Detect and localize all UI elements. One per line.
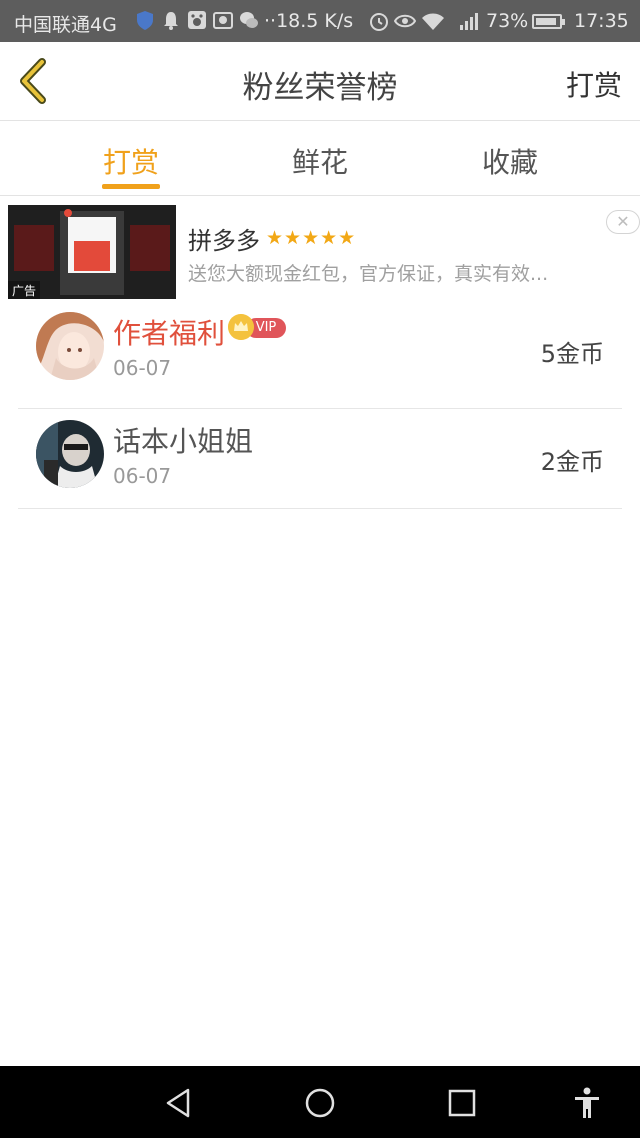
reward-date: 06-07	[113, 464, 172, 488]
coin-amount: 2金币	[540, 448, 604, 476]
home-circle-icon[interactable]	[303, 1086, 337, 1120]
user-name: 作者福利	[113, 317, 226, 350]
battery-percent: 73%	[486, 10, 529, 32]
avatar[interactable]	[36, 312, 104, 380]
active-tab-indicator	[102, 184, 160, 189]
page-title: 粉丝荣誉榜	[242, 70, 398, 106]
reward-button[interactable]: 打赏	[566, 64, 622, 104]
signal-icon	[460, 13, 478, 30]
coin-amount: 5金币	[540, 340, 604, 368]
clock: 17:35	[574, 10, 629, 32]
shield-icon	[137, 11, 153, 30]
reward-date: 06-07	[113, 356, 172, 380]
camera-icon	[213, 12, 233, 29]
tab-flowers[interactable]: 鲜花	[260, 141, 380, 181]
ad-thumbnail[interactable]: 广告	[8, 205, 176, 299]
battery-icon	[532, 14, 565, 29]
system-nav-bar	[0, 1066, 640, 1138]
status-bar: 中国联通4G ··18.5 K/s 73% 17:35	[0, 0, 640, 42]
wifi-icon	[422, 13, 444, 30]
network-speed: ··18.5 K/s	[264, 10, 354, 32]
tab-reward[interactable]: 打赏	[71, 141, 191, 181]
ad-banner[interactable]: 广告 拼多多 ★★★★★ 送您大额现金红包，官方保证，真实有效... ✕	[8, 205, 640, 299]
ad-label: 广告	[8, 281, 41, 299]
avatar[interactable]	[36, 420, 104, 488]
alarm-icon	[370, 13, 388, 31]
title-bar: 粉丝荣誉榜 打赏	[0, 42, 640, 121]
carrier-label: 中国联通4G	[14, 14, 117, 36]
accessibility-icon[interactable]	[570, 1086, 604, 1120]
back-triangle-icon[interactable]	[162, 1086, 196, 1120]
ad-rating-stars: ★★★★★	[266, 227, 357, 249]
baidu-icon	[188, 11, 206, 29]
ad-close-button[interactable]: ✕	[606, 210, 640, 234]
list-item[interactable]: 作者福利 VIP 06-07 5金币	[18, 300, 622, 409]
crown-icon	[228, 314, 254, 340]
user-name: 话本小姐姐	[113, 425, 254, 458]
tab-favorites[interactable]: 收藏	[450, 141, 570, 181]
wechat-icon	[240, 12, 258, 28]
tab-bar: 打赏 鲜花 收藏	[0, 121, 640, 196]
bell-icon	[164, 12, 178, 30]
recent-square-icon[interactable]	[445, 1086, 479, 1120]
eye-icon	[394, 14, 416, 28]
list-item[interactable]: 话本小姐姐 06-07 2金币	[18, 400, 622, 509]
ad-description: 送您大额现金红包，官方保证，真实有效...	[188, 263, 549, 285]
ad-title: 拼多多	[188, 227, 260, 255]
